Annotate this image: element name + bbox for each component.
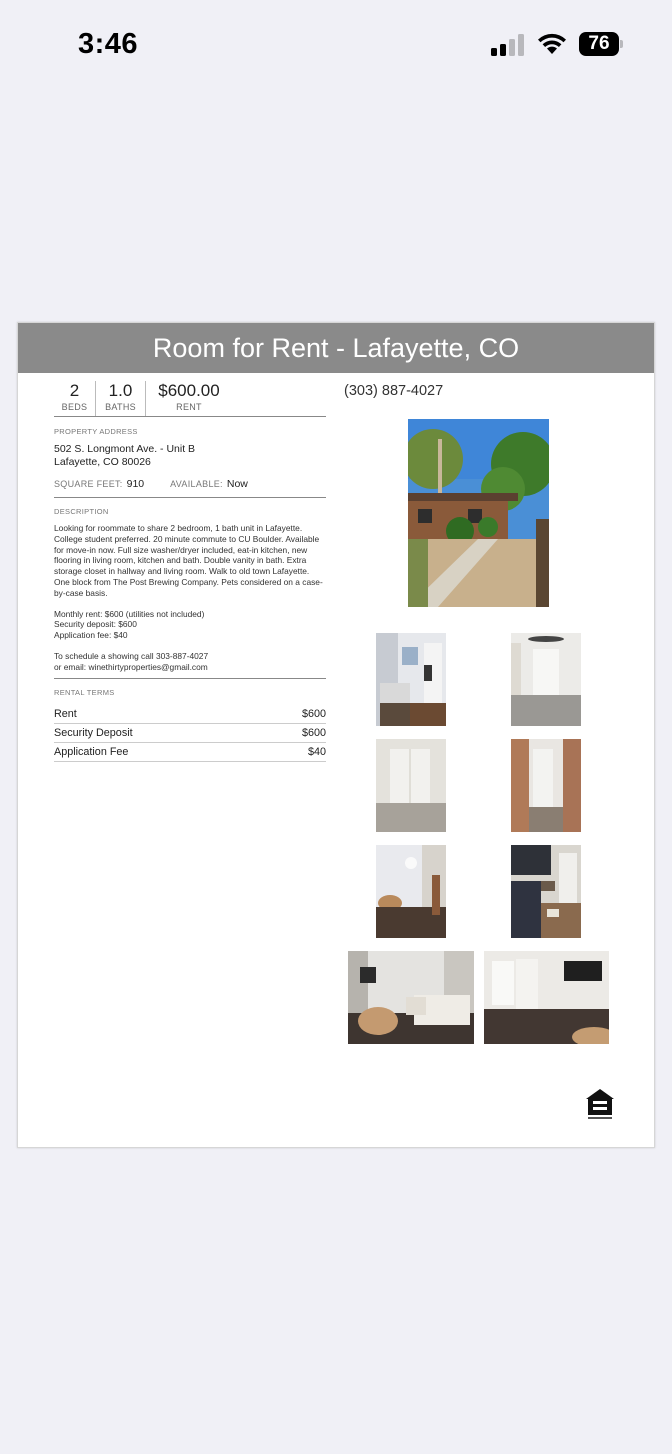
status-bar: 3:46 76 xyxy=(0,0,672,90)
listing-stats: 2 BEDS 1.0 BATHS $600.00 RENT xyxy=(54,381,326,417)
rental-terms-table: Rent $600 Security Deposit $600 Applicat… xyxy=(54,705,326,762)
table-row: Application Fee $40 xyxy=(54,743,326,762)
available-value: Now xyxy=(226,478,248,490)
battery-level: 76 xyxy=(579,32,619,56)
battery-icon: 76 xyxy=(579,32,623,56)
kitchen-photo[interactable] xyxy=(511,845,581,938)
description-section: DESCRIPTION Looking for roommate to shar… xyxy=(54,498,326,679)
bathroom-photo[interactable] xyxy=(376,633,446,726)
beds-stat: 2 BEDS xyxy=(54,381,96,416)
equal-housing-logo xyxy=(586,1089,614,1119)
description-label: DESCRIPTION xyxy=(54,507,109,516)
living-room-photo-3[interactable] xyxy=(484,951,609,1044)
listing-title: Room for Rent - Lafayette, CO xyxy=(18,323,654,373)
address-section: PROPERTY ADDRESS 502 S. Longmont Ave. - … xyxy=(54,417,326,498)
exterior-photo[interactable] xyxy=(408,419,549,607)
available-label: AVAILABLE: xyxy=(170,479,223,489)
hallway-photo[interactable] xyxy=(511,739,581,832)
table-row: Rent $600 xyxy=(54,705,326,724)
rent-stat: $600.00 RENT xyxy=(158,381,220,412)
baths-stat: 1.0 BATHS xyxy=(96,381,146,416)
listing-details: 2 BEDS 1.0 BATHS $600.00 RENT PROPERTY A… xyxy=(54,381,326,762)
table-row: Security Deposit $600 xyxy=(54,724,326,743)
cellular-signal-icon xyxy=(491,34,527,56)
listing-document: Room for Rent - Lafayette, CO 2 BEDS 1.0… xyxy=(17,322,655,1148)
sqft-label: SQUARE FEET: xyxy=(54,479,123,489)
wifi-icon xyxy=(538,33,566,54)
description-text: Looking for roommate to share 2 bedroom,… xyxy=(54,523,323,672)
closet-photo[interactable] xyxy=(376,739,446,832)
sqft-availability-row: SQUARE FEET: 910 AVAILABLE: Now xyxy=(54,478,326,498)
living-room-photo-1[interactable] xyxy=(376,845,446,938)
rental-terms-label: RENTAL TERMS xyxy=(54,687,115,697)
property-address: 502 S. Longmont Ave. - Unit B Lafayette,… xyxy=(54,443,196,468)
contact-email[interactable]: or email: winethirtyproperties@gmail.com xyxy=(54,662,208,672)
status-time: 3:46 xyxy=(78,28,139,60)
address-label: PROPERTY ADDRESS xyxy=(54,427,138,436)
living-room-photo-2[interactable] xyxy=(348,951,474,1044)
rental-terms-section: RENTAL TERMS Rent $600 Security Deposit … xyxy=(54,679,326,762)
contact-phone[interactable]: (303) 887-4027 xyxy=(344,383,443,399)
bedroom-photo-1[interactable] xyxy=(511,633,581,726)
sqft-value: 910 xyxy=(126,478,145,490)
